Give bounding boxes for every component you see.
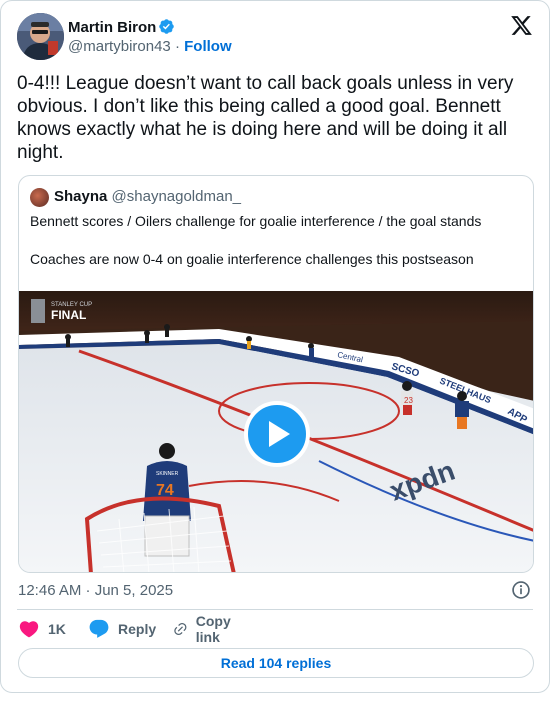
copy-link-label: Copy link xyxy=(195,613,231,645)
play-icon xyxy=(269,421,290,447)
quoted-text-line-2: Coaches are now 0-4 on goalie interferen… xyxy=(30,251,474,267)
separator-dot: · xyxy=(174,38,180,55)
info-icon[interactable] xyxy=(511,580,531,600)
reply-button[interactable]: Reply xyxy=(88,618,156,640)
quoted-author-line: Shayna @shaynagoldman_ xyxy=(54,188,241,205)
divider xyxy=(17,609,533,610)
embedded-tweet-card: Martin Biron @martybiron43 · Follow 0-4!… xyxy=(0,0,550,693)
reply-label: Reply xyxy=(118,621,157,637)
author-name-text[interactable]: Martin Biron xyxy=(68,19,156,36)
badge-bottom-text: FINAL xyxy=(51,308,86,322)
quoted-text-line-1: Bennett scores / Oilers challenge for go… xyxy=(30,213,482,229)
author-avatar[interactable] xyxy=(17,13,64,60)
goalie-name: SKINNER xyxy=(156,471,179,477)
heart-icon xyxy=(19,621,39,638)
copy-link-button[interactable]: Copy link xyxy=(173,613,238,645)
play-button[interactable] xyxy=(244,401,310,467)
goalie-number: 74 xyxy=(156,482,174,499)
tweet-timestamp[interactable]: 12:46 AM · Jun 5, 2025 xyxy=(18,582,173,599)
author-name[interactable]: Martin Biron xyxy=(68,18,175,39)
read-replies-button[interactable]: Read 104 replies xyxy=(18,648,534,678)
like-button[interactable]: 1K xyxy=(18,618,66,640)
author-handle[interactable]: @martybiron43 xyxy=(68,38,171,55)
quoted-tweet[interactable]: Shayna @shaynagoldman_ Bennett scores / … xyxy=(18,175,534,573)
like-count: 1K xyxy=(48,621,66,637)
skater-number: 23 xyxy=(404,396,413,405)
x-logo-icon[interactable] xyxy=(510,14,533,37)
video-player[interactable]: xpdn Central SCSO STEELHAUS APP 23 SKINN… xyxy=(19,291,533,572)
quoted-author-avatar[interactable] xyxy=(30,188,49,207)
author-handle-row: @martybiron43 · Follow xyxy=(68,38,232,55)
speech-bubble-icon xyxy=(89,619,109,638)
verified-badge-icon xyxy=(158,18,175,39)
quoted-author-name[interactable]: Shayna xyxy=(54,188,107,205)
tweet-text: 0-4!!! League doesn’t want to call back … xyxy=(17,73,514,163)
follow-button[interactable]: Follow xyxy=(184,38,232,55)
quoted-author-handle[interactable]: @shaynagoldman_ xyxy=(112,188,241,205)
link-icon xyxy=(174,622,187,636)
tweet-header: Martin Biron @martybiron43 · Follow xyxy=(17,13,533,61)
